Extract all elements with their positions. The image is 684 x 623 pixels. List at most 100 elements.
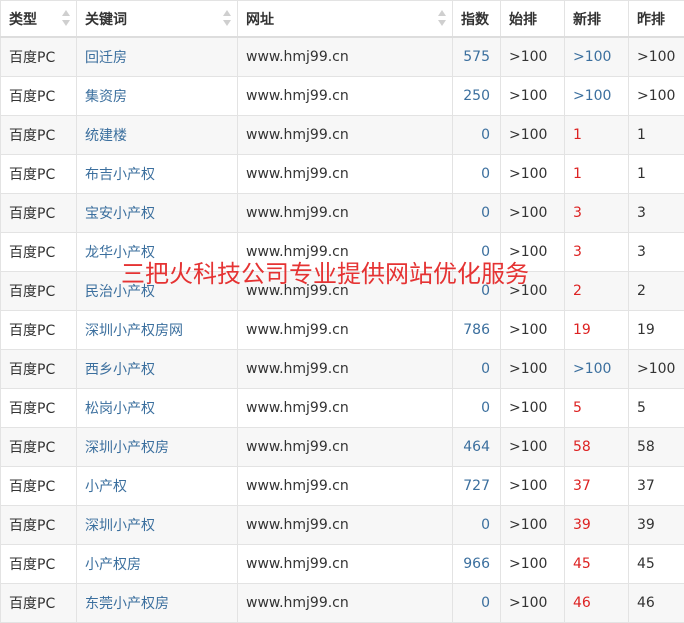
cell-type: 百度PC [1,194,77,233]
cell-first-rank: >100 [501,506,565,545]
cell-index-link[interactable]: 464 [453,428,501,467]
column-header-new-rank-label: 新排 [573,12,601,28]
column-header-index[interactable]: 指数 [453,1,501,38]
header-row: 类型 关键词 网址 指数 始排 新排 昨排 [1,1,684,38]
cell-first-rank: >100 [501,77,565,116]
table-row: 百度PC回迁房www.hmj99.cn575>100>100>100 [1,37,684,77]
cell-index-link[interactable]: 0 [453,584,501,623]
cell-keyword-link[interactable]: 回迁房 [77,37,238,77]
cell-yesterday-rank: 3 [629,194,684,233]
cell-new-rank[interactable]: >100 [565,37,629,77]
cell-url: www.hmj99.cn [238,116,453,155]
column-header-new-rank[interactable]: 新排 [565,1,629,38]
cell-keyword-link[interactable]: 西乡小产权 [77,350,238,389]
ranking-table: 类型 关键词 网址 指数 始排 新排 昨排 百度 [0,0,684,623]
table-row: 百度PC宝安小产权www.hmj99.cn0>10033 [1,194,684,233]
cell-yesterday-rank: 1 [629,155,684,194]
column-header-keyword[interactable]: 关键词 [77,1,238,38]
cell-type: 百度PC [1,350,77,389]
cell-index-link[interactable]: 250 [453,77,501,116]
cell-new-rank: 45 [565,545,629,584]
sort-icon[interactable] [62,10,70,26]
column-header-first-rank[interactable]: 始排 [501,1,565,38]
column-header-type-label: 类型 [9,12,37,28]
cell-keyword-link[interactable]: 宝安小产权 [77,194,238,233]
table-row: 百度PC布吉小产权www.hmj99.cn0>10011 [1,155,684,194]
cell-new-rank: 19 [565,311,629,350]
cell-index-link[interactable]: 0 [453,116,501,155]
column-header-url[interactable]: 网址 [238,1,453,38]
cell-new-rank: 3 [565,194,629,233]
table-row: 百度PC东莞小产权房www.hmj99.cn0>1004646 [1,584,684,623]
cell-yesterday-rank: 5 [629,389,684,428]
cell-new-rank: 46 [565,584,629,623]
table-row: 百度PC深圳小产权房www.hmj99.cn464>1005858 [1,428,684,467]
cell-keyword-link[interactable]: 松岗小产权 [77,389,238,428]
column-header-yesterday-rank-label: 昨排 [637,12,665,28]
sort-icon[interactable] [438,10,446,26]
cell-keyword-link[interactable]: 小产权房 [77,545,238,584]
cell-url: www.hmj99.cn [238,77,453,116]
cell-index-link[interactable]: 575 [453,37,501,77]
cell-new-rank: 5 [565,389,629,428]
cell-index-link[interactable]: 966 [453,545,501,584]
cell-first-rank: >100 [501,467,565,506]
table-body: 百度PC回迁房www.hmj99.cn575>100>100>100百度PC集资… [1,37,684,623]
cell-url: www.hmj99.cn [238,155,453,194]
cell-first-rank: >100 [501,428,565,467]
watermark-text: 三把火科技公司专业提供网站优化服务 [121,254,529,289]
cell-first-rank: >100 [501,155,565,194]
cell-first-rank: >100 [501,116,565,155]
cell-index-link[interactable]: 0 [453,194,501,233]
cell-first-rank: >100 [501,350,565,389]
cell-keyword-link[interactable]: 深圳小产权 [77,506,238,545]
column-header-yesterday-rank[interactable]: 昨排 [629,1,684,38]
cell-yesterday-rank: 1 [629,116,684,155]
cell-index-link[interactable]: 727 [453,467,501,506]
cell-yesterday-rank: >100 [629,37,684,77]
table-row: 百度PC集资房www.hmj99.cn250>100>100>100 [1,77,684,116]
sort-icon[interactable] [223,10,231,26]
cell-new-rank[interactable]: >100 [565,350,629,389]
cell-keyword-link[interactable]: 深圳小产权房 [77,428,238,467]
cell-url: www.hmj99.cn [238,194,453,233]
cell-keyword-link[interactable]: 小产权 [77,467,238,506]
cell-first-rank: >100 [501,311,565,350]
cell-index-link[interactable]: 786 [453,311,501,350]
cell-url: www.hmj99.cn [238,311,453,350]
column-header-url-label: 网址 [246,12,274,28]
cell-index-link[interactable]: 0 [453,506,501,545]
cell-type: 百度PC [1,272,77,311]
table-row: 百度PC深圳小产权房网www.hmj99.cn786>1001919 [1,311,684,350]
cell-index-link[interactable]: 0 [453,389,501,428]
table-row: 百度PC松岗小产权www.hmj99.cn0>10055 [1,389,684,428]
cell-keyword-link[interactable]: 统建楼 [77,116,238,155]
cell-keyword-link[interactable]: 东莞小产权房 [77,584,238,623]
cell-yesterday-rank: 19 [629,311,684,350]
cell-yesterday-rank: 3 [629,233,684,272]
cell-new-rank: 1 [565,155,629,194]
cell-keyword-link[interactable]: 深圳小产权房网 [77,311,238,350]
cell-type: 百度PC [1,116,77,155]
cell-first-rank: >100 [501,389,565,428]
cell-yesterday-rank: 46 [629,584,684,623]
cell-type: 百度PC [1,506,77,545]
cell-type: 百度PC [1,467,77,506]
cell-type: 百度PC [1,389,77,428]
cell-keyword-link[interactable]: 集资房 [77,77,238,116]
cell-type: 百度PC [1,584,77,623]
cell-type: 百度PC [1,545,77,584]
cell-new-rank: 3 [565,233,629,272]
cell-keyword-link[interactable]: 布吉小产权 [77,155,238,194]
column-header-type[interactable]: 类型 [1,1,77,38]
cell-new-rank[interactable]: >100 [565,77,629,116]
cell-new-rank: 58 [565,428,629,467]
cell-type: 百度PC [1,311,77,350]
cell-index-link[interactable]: 0 [453,155,501,194]
cell-url: www.hmj99.cn [238,467,453,506]
column-header-keyword-label: 关键词 [85,12,127,28]
table-row: 百度PC西乡小产权www.hmj99.cn0>100>100>100 [1,350,684,389]
cell-yesterday-rank: 37 [629,467,684,506]
cell-url: www.hmj99.cn [238,428,453,467]
cell-index-link[interactable]: 0 [453,350,501,389]
